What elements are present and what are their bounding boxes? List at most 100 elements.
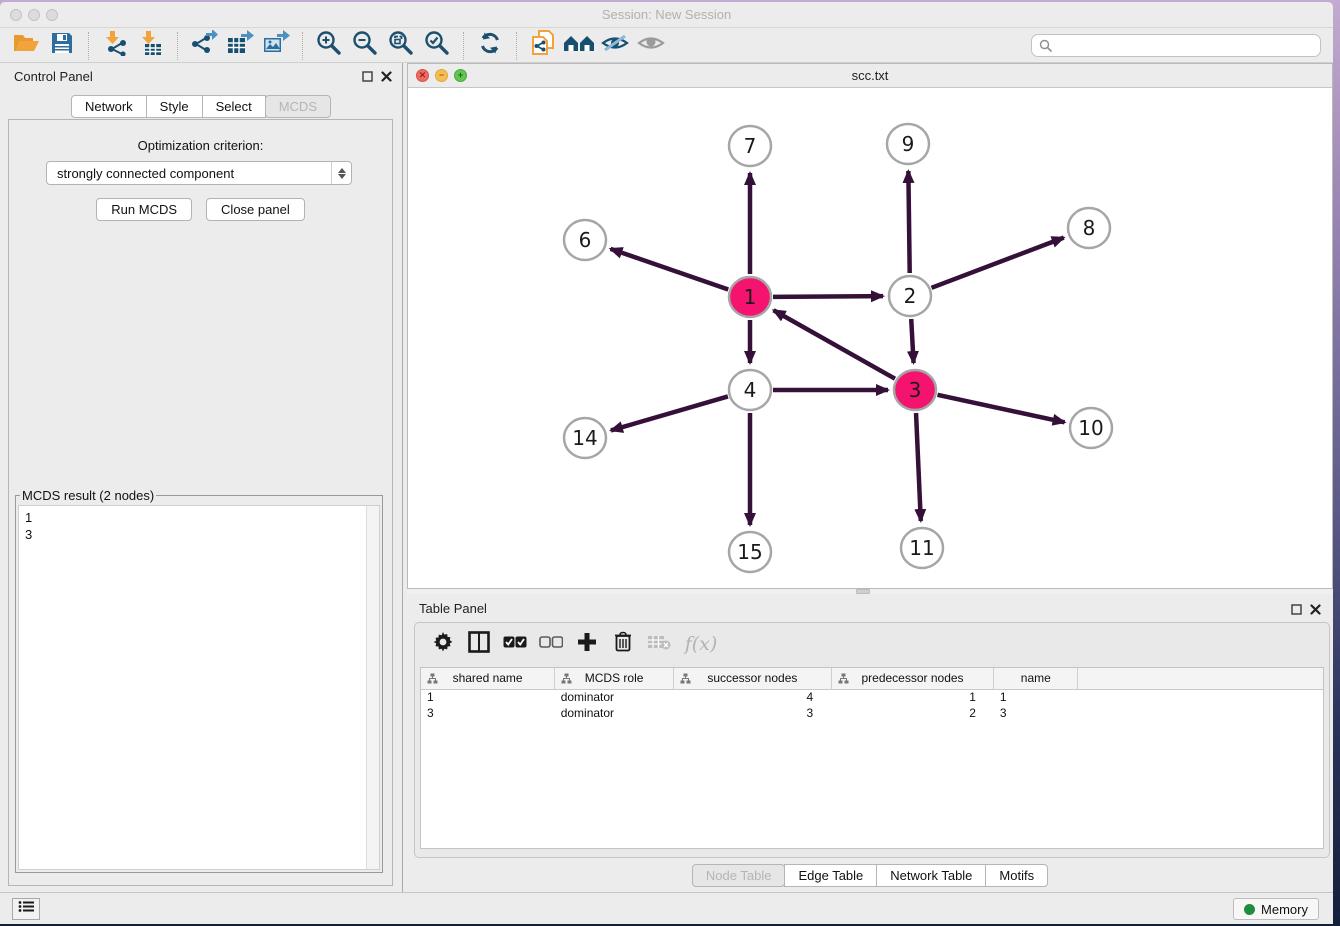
column-header-successor-nodes[interactable]: successor nodes xyxy=(674,668,832,689)
close-table-panel-icon[interactable] xyxy=(1310,602,1321,620)
table-container: f(x) shared name MCDS role successor nod… xyxy=(414,622,1330,858)
graph-node-8[interactable]: 8 xyxy=(1068,208,1110,248)
close-panel-button[interactable]: Close panel xyxy=(206,198,305,221)
graph-node-2[interactable]: 2 xyxy=(889,276,931,316)
node-table[interactable]: shared name MCDS role successor nodes pr… xyxy=(420,667,1324,849)
cell-name[interactable]: 3 xyxy=(994,705,1078,721)
cell-mcds-role[interactable]: dominator xyxy=(555,689,674,705)
graph-edge-4-14[interactable] xyxy=(611,396,728,430)
cell-predecessor-nodes[interactable]: 1 xyxy=(831,689,994,705)
graph-node-label: 10 xyxy=(1078,416,1103,440)
cell-predecessor-nodes[interactable]: 2 xyxy=(831,705,994,721)
application-window: Session: New Session xyxy=(0,2,1333,924)
tab-mcds[interactable]: MCDS xyxy=(265,95,331,118)
main-toolbar xyxy=(0,29,1333,63)
select-all-columns-button[interactable] xyxy=(501,630,529,658)
attribute-type-icon xyxy=(427,673,438,687)
graph-node-10[interactable]: 10 xyxy=(1070,408,1112,448)
tab-node-table[interactable]: Node Table xyxy=(692,864,786,887)
task-history-button[interactable] xyxy=(12,898,40,920)
graph-edge-2-3[interactable] xyxy=(911,319,913,363)
criterion-value: strongly connected component xyxy=(57,166,234,181)
save-session-button[interactable] xyxy=(44,31,80,61)
cell-shared-name[interactable]: 3 xyxy=(421,705,555,721)
mcds-result-list[interactable]: 1 3 xyxy=(18,505,380,870)
first-neighbors-button[interactable] xyxy=(561,31,597,61)
create-column-button[interactable] xyxy=(573,630,601,658)
graph-node-7[interactable]: 7 xyxy=(729,126,771,166)
export-image-button[interactable] xyxy=(258,31,294,61)
cell-successor-nodes[interactable]: 3 xyxy=(674,705,832,721)
close-panel-icon[interactable] xyxy=(381,69,392,87)
deselect-all-columns-button[interactable] xyxy=(537,630,565,658)
graph-edge-2-8[interactable] xyxy=(932,238,1064,288)
memory-button[interactable]: Memory xyxy=(1233,898,1319,920)
delete-table-button[interactable] xyxy=(645,630,673,658)
tab-style[interactable]: Style xyxy=(146,95,203,118)
graph-edge-1-2[interactable] xyxy=(773,296,883,297)
result-scrollbar[interactable] xyxy=(366,506,379,869)
import-network-button[interactable] xyxy=(97,31,133,61)
graph-node-15[interactable]: 15 xyxy=(729,532,771,572)
graph-node-label: 8 xyxy=(1083,216,1096,240)
column-header-shared-name[interactable]: shared name xyxy=(421,668,555,689)
toggle-column-pane-button[interactable] xyxy=(465,630,493,658)
graph-node-3[interactable]: 3 xyxy=(894,370,936,410)
hide-selected-button[interactable] xyxy=(597,31,633,61)
zoom-selected-button[interactable] xyxy=(419,31,455,61)
delete-column-button[interactable] xyxy=(609,630,637,658)
export-network-button[interactable] xyxy=(186,31,222,61)
graph-node-1[interactable]: 1 xyxy=(729,277,771,317)
window-titlebar[interactable]: Session: New Session xyxy=(0,2,1333,28)
float-panel-icon[interactable] xyxy=(362,69,373,87)
clone-network-button[interactable] xyxy=(525,31,561,61)
cell-shared-name[interactable]: 1 xyxy=(421,689,555,705)
zoom-in-icon xyxy=(316,30,342,61)
tab-select[interactable]: Select xyxy=(202,95,266,118)
graph-edge-3-11[interactable] xyxy=(916,413,921,521)
table-row[interactable]: 3 dominator 3 2 3 xyxy=(421,705,1323,721)
graph-node-label: 14 xyxy=(572,426,597,450)
zoom-fit-button[interactable] xyxy=(383,31,419,61)
network-canvas[interactable]: 7 9 6 8 1 2 4 3 14 10 15 11 xyxy=(408,88,1332,588)
graph-edge-1-6[interactable] xyxy=(611,249,729,290)
graph-node-11[interactable]: 11 xyxy=(901,528,943,568)
table-row[interactable]: 1 dominator 4 1 1 xyxy=(421,689,1323,705)
export-table-button[interactable] xyxy=(222,31,258,61)
search-input[interactable] xyxy=(1031,34,1321,57)
tab-edge-table[interactable]: Edge Table xyxy=(784,864,877,887)
eye-slash-icon xyxy=(600,32,630,59)
attribute-type-icon xyxy=(680,673,691,687)
function-builder-button[interactable]: f(x) xyxy=(681,630,721,658)
zoom-out-button[interactable] xyxy=(347,31,383,61)
tab-motifs[interactable]: Motifs xyxy=(985,864,1048,887)
graph-node-4[interactable]: 4 xyxy=(729,370,771,410)
show-all-button[interactable] xyxy=(633,31,669,61)
column-header-name[interactable]: name xyxy=(994,668,1078,689)
cell-mcds-role[interactable]: dominator xyxy=(555,705,674,721)
cell-name[interactable]: 1 xyxy=(994,689,1078,705)
graph-node-9[interactable]: 9 xyxy=(887,124,929,164)
import-table-button[interactable] xyxy=(133,31,169,61)
tab-network-table[interactable]: Network Table xyxy=(876,864,986,887)
cell-successor-nodes[interactable]: 4 xyxy=(674,689,832,705)
tab-network[interactable]: Network xyxy=(71,95,147,118)
criterion-select[interactable]: strongly connected component xyxy=(46,161,352,185)
graph-edge-3-1[interactable] xyxy=(774,310,895,378)
graph-node-6[interactable]: 6 xyxy=(564,220,606,260)
window-title: Session: New Session xyxy=(0,7,1333,22)
graph-edge-2-9[interactable] xyxy=(908,171,909,273)
float-table-panel-icon[interactable] xyxy=(1291,602,1302,620)
zoom-selected-icon xyxy=(424,30,450,61)
column-header-mcds-role[interactable]: MCDS role xyxy=(555,668,674,689)
apply-layout-button[interactable] xyxy=(472,31,508,61)
run-mcds-button[interactable]: Run MCDS xyxy=(96,198,192,221)
network-view-titlebar[interactable]: ✕ − + scc.txt xyxy=(408,64,1332,88)
open-session-button[interactable] xyxy=(8,31,44,61)
zoom-in-button[interactable] xyxy=(311,31,347,61)
graph-edge-3-10[interactable] xyxy=(937,395,1064,422)
column-header-predecessor-nodes[interactable]: predecessor nodes xyxy=(831,668,994,689)
graph-node-14[interactable]: 14 xyxy=(564,418,606,458)
table-settings-button[interactable] xyxy=(429,630,457,658)
table-header-row: shared name MCDS role successor nodes pr… xyxy=(421,668,1323,689)
